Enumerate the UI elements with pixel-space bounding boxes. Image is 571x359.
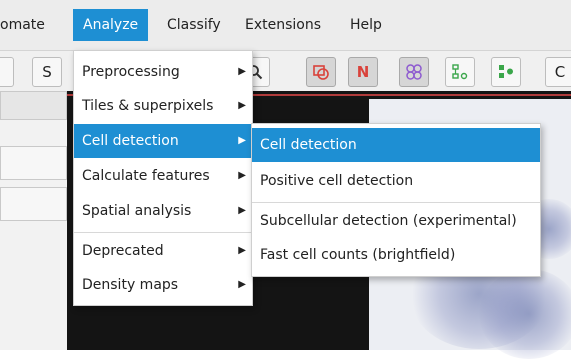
chevron-right-icon: ▶ [238, 245, 246, 256]
menu-item-label: Tiles & superpixels [82, 98, 214, 114]
tma-grid-icon [452, 64, 468, 80]
menu-extensions[interactable]: Extensions [245, 12, 321, 38]
chevron-right-icon: ▶ [238, 170, 246, 181]
menu-bar: omate Analyze Classify Extensions Help [0, 0, 571, 51]
menu-item-preprocessing[interactable]: Preprocessing ▶ [74, 55, 252, 89]
menu-item-label: Deprecated [82, 243, 164, 259]
submenu-item-cell-detection[interactable]: Cell detection [252, 128, 540, 162]
toolbar-button-partial[interactable] [0, 57, 14, 87]
menu-item-spatial-analysis[interactable]: Spatial analysis ▶ [74, 194, 252, 228]
chevron-right-icon: ▶ [238, 279, 246, 290]
analyze-menu: Preprocessing ▶ Tiles & superpixels ▶ Ce… [73, 50, 253, 306]
menu-item-calculate-features[interactable]: Calculate features ▶ [74, 159, 252, 193]
detections-icon [499, 65, 513, 78]
left-panel [0, 91, 67, 350]
chevron-right-icon: ▶ [238, 135, 246, 146]
s-letter-icon: S [42, 63, 52, 81]
menu-item-density-maps[interactable]: Density maps ▶ [74, 268, 252, 302]
menu-separator [74, 232, 252, 233]
show-names-button[interactable]: N [348, 57, 378, 87]
left-panel-field[interactable] [0, 187, 67, 221]
show-cells-button[interactable] [399, 57, 429, 87]
menu-item-tiles-superpixels[interactable]: Tiles & superpixels ▶ [74, 89, 252, 123]
menu-item-label: Density maps [82, 277, 179, 293]
menu-item-cell-detection[interactable]: Cell detection ▶ [74, 124, 252, 158]
chevron-right-icon: ▶ [238, 66, 246, 77]
detections-button[interactable] [491, 57, 521, 87]
left-panel-field[interactable] [0, 146, 67, 180]
submenu-item-fast-cell-counts[interactable]: Fast cell counts (brightfield) [252, 238, 540, 272]
chevron-right-icon: ▶ [238, 205, 246, 216]
submenu-item-positive-cell-detection[interactable]: Positive cell detection [252, 164, 540, 198]
menu-automate[interactable]: omate [0, 12, 45, 38]
tissue-region [479, 269, 571, 359]
show-annotations-icon [313, 65, 329, 80]
menu-item-label: Preprocessing [82, 64, 180, 80]
menu-item-label: Calculate features [82, 168, 210, 184]
s-button[interactable]: S [32, 57, 62, 87]
left-panel-header [0, 91, 67, 120]
chevron-right-icon: ▶ [238, 100, 246, 111]
show-annotations-button[interactable] [306, 57, 336, 87]
c-letter-icon: C [554, 63, 566, 81]
cells-icon [406, 64, 422, 80]
submenu-item-subcellular-detection[interactable]: Subcellular detection (experimental) [252, 204, 540, 238]
n-letter-icon: N [356, 63, 370, 81]
menu-separator [252, 202, 540, 203]
menu-item-label: Fast cell counts (brightfield) [260, 247, 456, 263]
menu-item-label: Cell detection [260, 137, 357, 153]
menu-item-deprecated[interactable]: Deprecated ▶ [74, 234, 252, 268]
menu-item-label: Positive cell detection [260, 173, 414, 189]
menu-help[interactable]: Help [350, 12, 382, 38]
menu-item-label: Subcellular detection (experimental) [260, 213, 517, 229]
menu-item-label: Cell detection [82, 133, 179, 149]
menu-item-label: Spatial analysis [82, 203, 192, 219]
menu-analyze[interactable]: Analyze [73, 9, 149, 41]
menu-classify[interactable]: Classify [167, 12, 221, 38]
cell-detection-submenu: Cell detection Positive cell detection S… [251, 123, 541, 277]
c-button[interactable]: C [545, 57, 571, 87]
tma-grid-button[interactable] [445, 57, 475, 87]
